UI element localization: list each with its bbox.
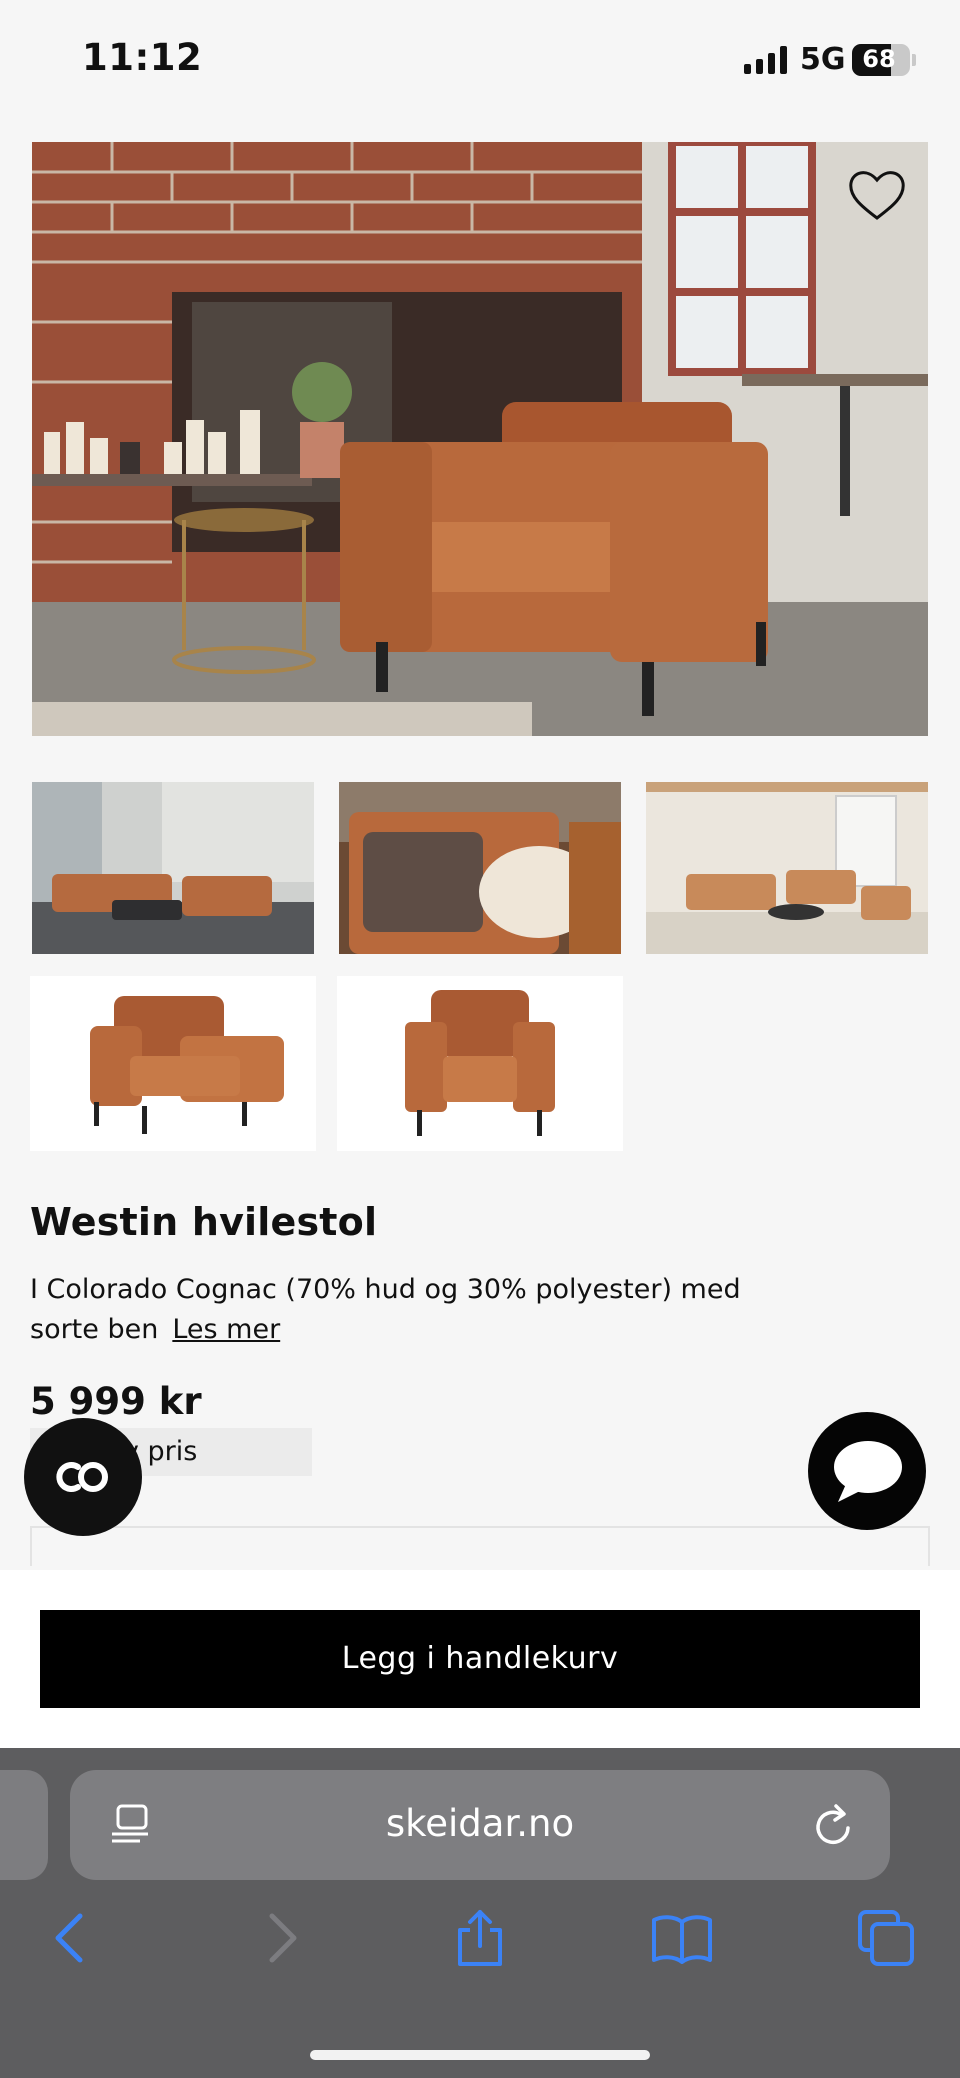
thumbnail-1[interactable] [32, 782, 314, 954]
battery-percent: 68 [862, 45, 896, 73]
read-more-link[interactable]: Les mer [172, 1314, 280, 1345]
url-text: skeidar.no [385, 1802, 575, 1845]
co-floating-button[interactable] [24, 1418, 142, 1536]
home-indicator [310, 2050, 650, 2060]
signal-icon [744, 46, 787, 74]
status-bar: 11:12 5G 68 [0, 0, 960, 120]
favorite-button[interactable] [847, 166, 907, 222]
product-description-text: I Colorado Cognac (70% hud og 30% polyes… [30, 1274, 741, 1345]
status-time: 11:12 [82, 36, 203, 79]
thumbnail-3[interactable] [646, 782, 928, 954]
browser-toolbar: skeidar.no [0, 1748, 960, 2078]
battery-nub [912, 54, 916, 66]
chat-button[interactable] [808, 1412, 926, 1530]
tabs-icon[interactable] [856, 1908, 916, 1968]
thumbnail-4[interactable] [30, 976, 316, 1151]
bookmarks-icon[interactable] [652, 1908, 712, 1968]
product-description: I Colorado Cognac (70% hud og 30% polyes… [30, 1270, 750, 1350]
product-title: Westin hvilestol [30, 1200, 378, 1244]
thumbnail-5[interactable] [337, 976, 623, 1151]
co-icon [56, 1462, 108, 1492]
previous-tab-peek[interactable] [0, 1770, 48, 1880]
share-icon[interactable] [450, 1908, 510, 1968]
heart-icon [849, 171, 905, 220]
chat-bubble-icon [834, 1441, 902, 1502]
thumbnail-2[interactable] [339, 782, 621, 954]
cart-bar: Legg i handlekurv [0, 1570, 960, 1748]
battery-icon: 68 [852, 44, 910, 76]
address-bar[interactable]: skeidar.no [70, 1770, 890, 1880]
product-main-image[interactable] [32, 142, 928, 736]
reload-icon[interactable] [810, 1800, 858, 1850]
add-to-cart-button[interactable]: Legg i handlekurv [40, 1610, 920, 1708]
network-label: 5G [800, 42, 846, 77]
info-card-edge [30, 1526, 930, 1566]
product-price: 5 999 kr [30, 1380, 202, 1423]
back-icon[interactable] [42, 1908, 102, 1968]
forward-icon[interactable] [250, 1908, 310, 1968]
